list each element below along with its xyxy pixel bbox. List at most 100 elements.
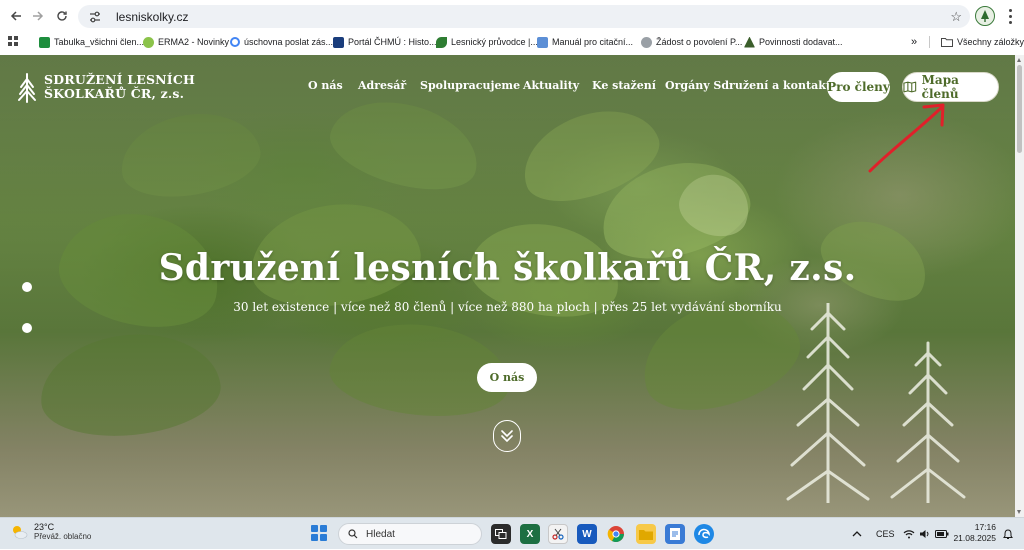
bookmark-star-icon[interactable]: ☆ [950,9,962,25]
tree-icon [981,10,989,22]
scissors-icon [552,528,564,540]
brand-line-2: ŠKOLKAŘŮ ČR, z.s. [44,86,185,101]
folder-glyph-icon [639,529,653,540]
back-button[interactable] [4,4,28,28]
brand-line-1: SDRUŽENÍ LESNÍCH [44,72,196,87]
bookmark-favicon-icon [333,36,344,48]
input-language[interactable]: CES [876,518,895,550]
annotation-arrow [868,103,945,173]
google-icon [230,37,240,47]
nav-item-aktuality[interactable]: Aktuality [523,79,579,92]
edge-glyph-icon [698,528,710,539]
nav-item-o-nas[interactable]: O nás [308,79,343,92]
scroll-down-button[interactable] [493,420,521,452]
forward-button[interactable] [26,4,50,28]
map-icon [903,81,917,93]
reload-button[interactable] [50,4,74,28]
leaf-favicon-icon [436,36,447,48]
windows-taskbar: 23°C Převáž. oblačno Hledat X W CES 17:1… [0,517,1024,549]
bell-glyph-icon [1003,528,1013,539]
search-placeholder: Hledat [366,528,395,540]
profile-avatar[interactable] [975,6,995,26]
bookmark-item[interactable]: ERMA2 - Novinky [143,32,229,52]
decorative-trees [786,303,966,503]
brand-name: SDRUŽENÍ LESNÍCH ŠKOLKAŘŮ ČR, z.s. [44,73,195,101]
excel-icon[interactable]: X [520,524,540,544]
wifi-icon[interactable] [903,518,915,550]
edge-browser-icon[interactable] [694,524,714,544]
bookmark-label: Manuál pro citační... [552,37,634,47]
wifi-glyph-icon [903,530,915,539]
slider-dot[interactable] [22,323,32,333]
bookmark-favicon-icon [39,36,50,48]
bookmark-favicon-icon [537,36,548,48]
about-button[interactable]: O nás [477,363,537,392]
double-chevron-down-icon [501,430,513,442]
nav-item-organy-a-kontakty[interactable]: Orgány Sdružení a kontakty [665,79,837,92]
weather-condition: Převáž. oblačno [34,532,92,541]
partly-cloudy-icon [13,526,28,539]
speaker-glyph-icon [920,530,929,538]
reload-icon [57,11,67,21]
site-info-icon[interactable] [88,10,102,24]
temperature: 23°C [34,522,55,532]
task-view-icon[interactable] [491,524,511,544]
bookmark-separator [929,36,930,48]
bookmark-item[interactable]: Povinnosti dodavat... [744,32,843,52]
address-input[interactable]: lesniskolky.cz ☆ [78,5,970,28]
bookmark-item[interactable]: Lesnický průvodce |... [436,32,538,52]
search-icon [348,529,358,539]
forward-arrow-icon [33,11,44,21]
bookmark-favicon-icon [641,36,652,48]
scrollbar-thumb[interactable] [1017,65,1022,153]
bookmarks-bar: Tabulka_všichni člen... ERMA2 - Novinky … [0,31,1024,53]
nav-item-adresar[interactable]: Adresář [358,79,406,92]
tree-logo-icon [18,73,36,103]
bookmark-label: Žádost o povolení P... [656,37,743,47]
bookmark-item[interactable]: Manuál pro citační... [537,32,633,52]
word-icon[interactable]: W [577,524,597,544]
browser-menu-icon[interactable] [1004,7,1016,25]
bookmark-item[interactable]: Žádost o povolení P... [641,32,742,52]
notifications-icon[interactable] [1003,518,1013,550]
chrome-logo-icon [607,526,624,543]
scroll-up-arrow-icon[interactable] [1017,58,1021,62]
chrome-icon[interactable] [606,524,626,544]
bookmark-item[interactable]: Tabulka_všichni člen... [39,32,144,52]
apps-grid-icon[interactable] [8,36,19,47]
bookmark-item[interactable]: Portál ČHMÚ : Histo... [333,32,437,52]
bookmark-label: úschovna poslat zás... [244,37,334,47]
bookmark-label: Povinnosti dodavat... [759,37,843,47]
back-arrow-icon [10,11,21,21]
start-button[interactable] [311,525,327,541]
system-clock[interactable]: 17:16 21.08.2025 [946,522,996,544]
volume-icon[interactable] [919,518,931,550]
clock-date: 21.08.2025 [953,533,996,543]
bookmark-item[interactable]: úschovna poslat zás... [230,32,333,52]
task-view-glyph-icon [495,529,507,539]
hero-section: SDRUŽENÍ LESNÍCH ŠKOLKAŘŮ ČR, z.s. O nás… [0,55,1015,517]
site-logo[interactable]: SDRUŽENÍ LESNÍCH ŠKOLKAŘŮ ČR, z.s. [16,73,195,103]
bookmark-label: Portál ČHMÚ : Histo... [348,37,437,47]
nav-item-spolupracujeme[interactable]: Spolupracujeme [420,79,520,92]
scroll-down-arrow-icon[interactable] [1017,510,1021,514]
all-bookmarks-button[interactable]: Všechny záložky [941,32,1024,52]
show-hidden-icons-button[interactable] [852,518,862,550]
folder-icon [941,38,953,47]
file-explorer-icon[interactable] [636,524,656,544]
url-text: lesniskolky.cz [116,9,189,24]
all-bookmarks-label: Všechny záložky [957,37,1024,47]
browser-chrome: lesniskolky.cz ☆ Tabulka_všichni člen...… [0,0,1024,55]
hero-title: Sdružení lesních školkařů ČR, z.s. [158,247,857,289]
bookmark-label: Tabulka_všichni člen... [54,37,145,47]
page-scrollbar[interactable] [1015,55,1024,517]
snipping-tool-icon[interactable] [548,524,568,544]
bookmark-favicon-icon [143,36,154,48]
document-glyph-icon [670,528,680,540]
more-bookmarks-button[interactable]: » [911,32,917,52]
clock-time: 17:16 [974,522,996,532]
weather-widget[interactable]: 23°C Převáž. oblačno [10,522,91,542]
nav-item-ke-stazeni[interactable]: Ke stažení [592,79,656,92]
taskbar-search[interactable]: Hledat [338,523,482,545]
notepad-icon[interactable] [665,524,685,544]
